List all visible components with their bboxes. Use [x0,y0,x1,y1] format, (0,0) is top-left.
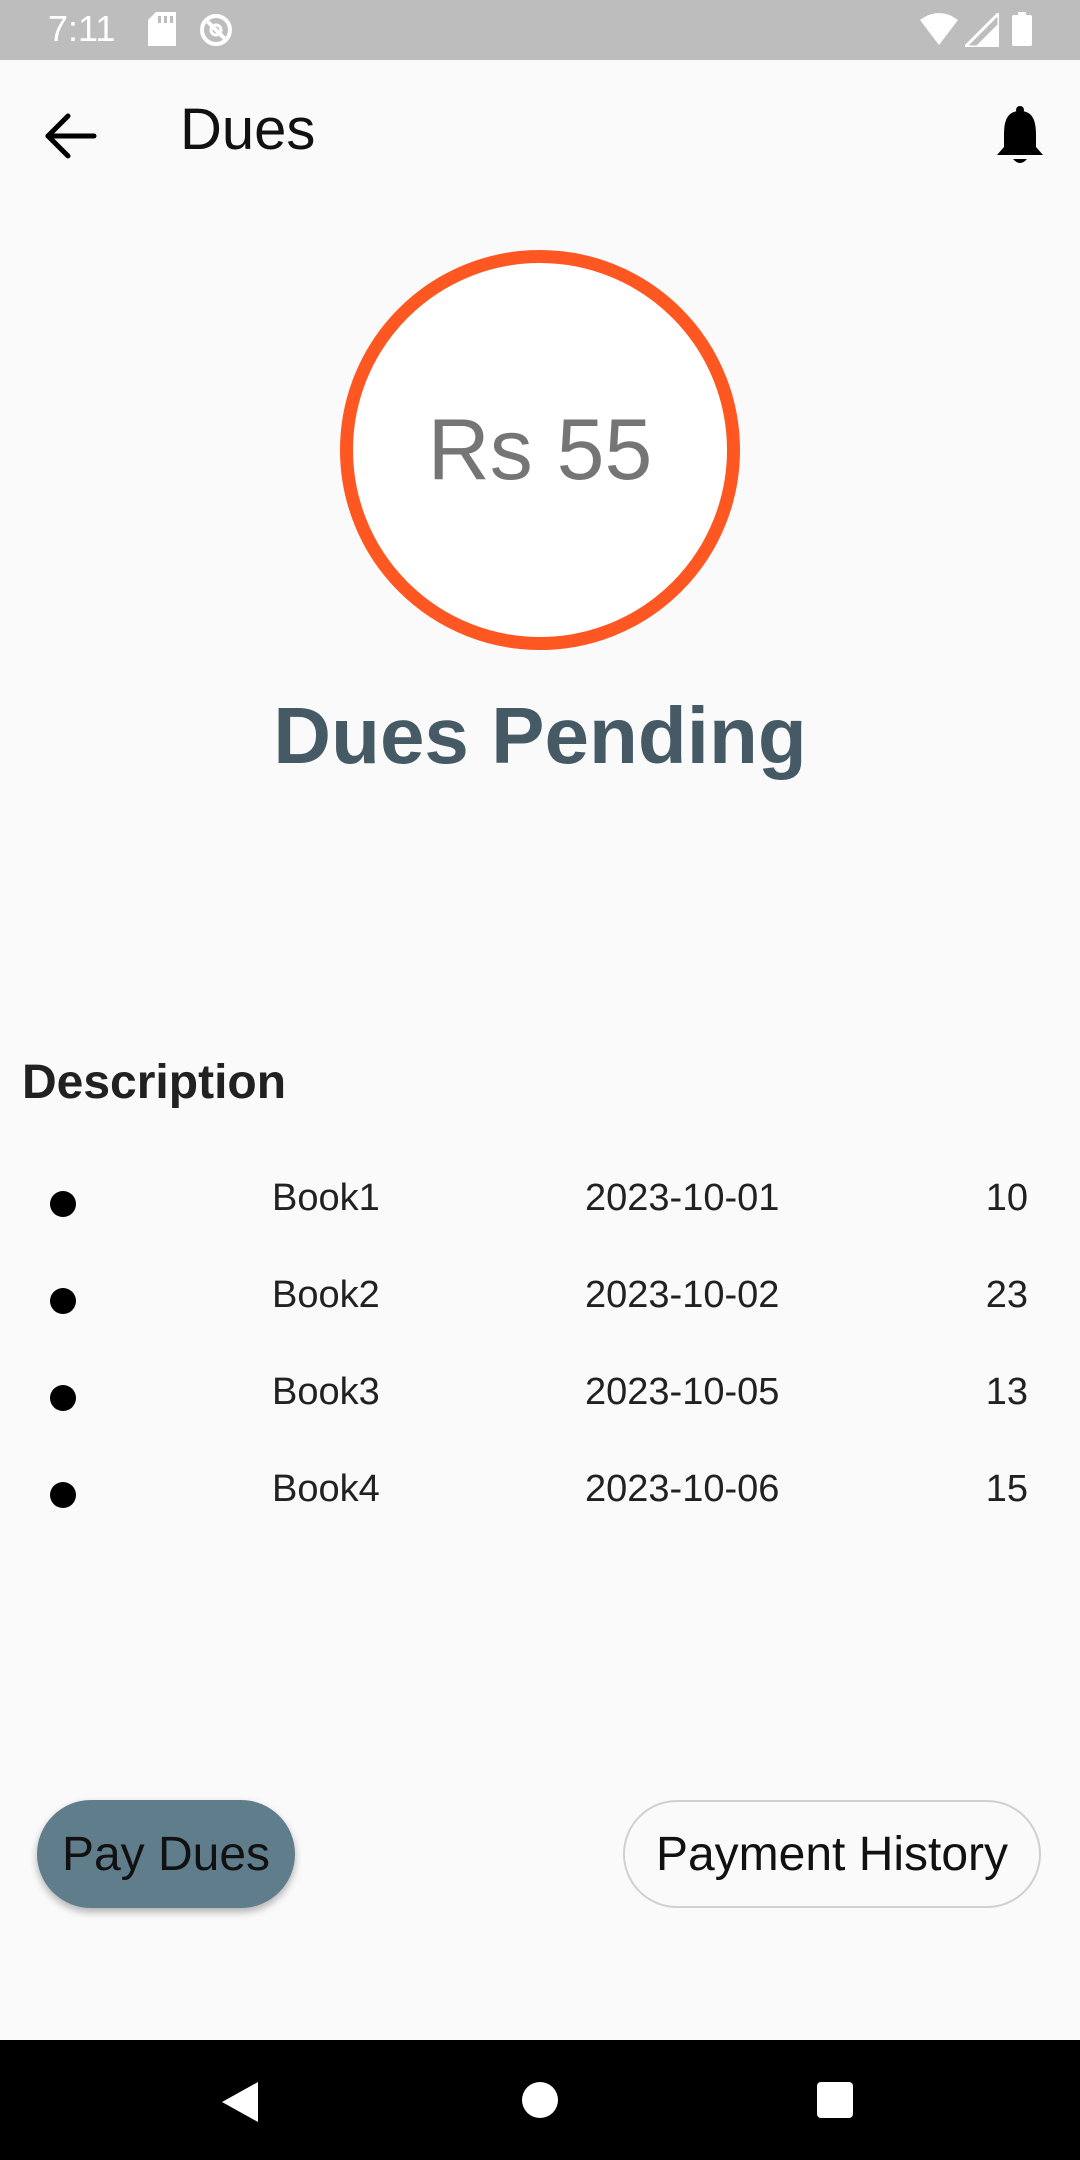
description-heading: Description [22,1056,287,1109]
item-amount: 15 [985,1468,1028,1510]
battery-icon [1012,12,1032,46]
nav-recents-icon[interactable] [817,2082,853,2118]
sd-card-icon [148,12,176,46]
app-bar: Dues [0,60,1080,200]
item-amount: 10 [985,1177,1028,1219]
wifi-icon [920,13,958,45]
status-bar: 7:11 [0,0,1080,60]
bullet-icon [50,1191,76,1217]
notifications-button[interactable] [980,96,1060,176]
list-item: Book4 2023-10-06 15 [0,1446,1080,1543]
list-item: Book2 2023-10-02 23 [0,1252,1080,1349]
arrow-back-icon [45,113,97,159]
list-item: Book1 2023-10-01 10 [0,1155,1080,1252]
dues-list: Book1 2023-10-01 10 Book2 2023-10-02 23 … [0,1155,1080,1543]
item-title: Book4 [272,1468,380,1510]
signal-icon [965,13,999,47]
system-nav-bar [0,2040,1080,2160]
bullet-icon [50,1288,76,1314]
bullet-icon [50,1482,76,1508]
item-amount: 23 [985,1274,1028,1316]
nav-back-icon[interactable] [222,2082,260,2122]
dues-status-label: Dues Pending [273,691,807,780]
payment-history-button[interactable]: Payment History [623,1800,1041,1908]
dues-amount: Rs 55 [427,401,653,498]
item-title: Book1 [272,1177,380,1219]
dues-amount-circle: Rs 55 [340,250,740,650]
dues-screen: 7:11 Dues Rs 55 Dues Pending Description… [0,0,1080,2160]
page-title: Dues [180,97,316,162]
item-date: 2023-10-06 [585,1468,780,1510]
list-item: Book3 2023-10-05 13 [0,1349,1080,1446]
item-title: Book3 [272,1371,380,1413]
item-date: 2023-10-02 [585,1274,780,1316]
back-button[interactable] [30,96,110,176]
item-amount: 13 [985,1371,1028,1413]
no-sync-icon [200,14,232,46]
nav-home-icon[interactable] [522,2082,558,2118]
pay-dues-button[interactable]: Pay Dues [37,1800,295,1908]
bullet-icon [50,1385,76,1411]
item-date: 2023-10-05 [585,1371,780,1413]
status-time: 7:11 [48,8,116,49]
bell-icon [997,106,1043,163]
item-title: Book2 [272,1274,380,1316]
item-date: 2023-10-01 [585,1177,780,1219]
